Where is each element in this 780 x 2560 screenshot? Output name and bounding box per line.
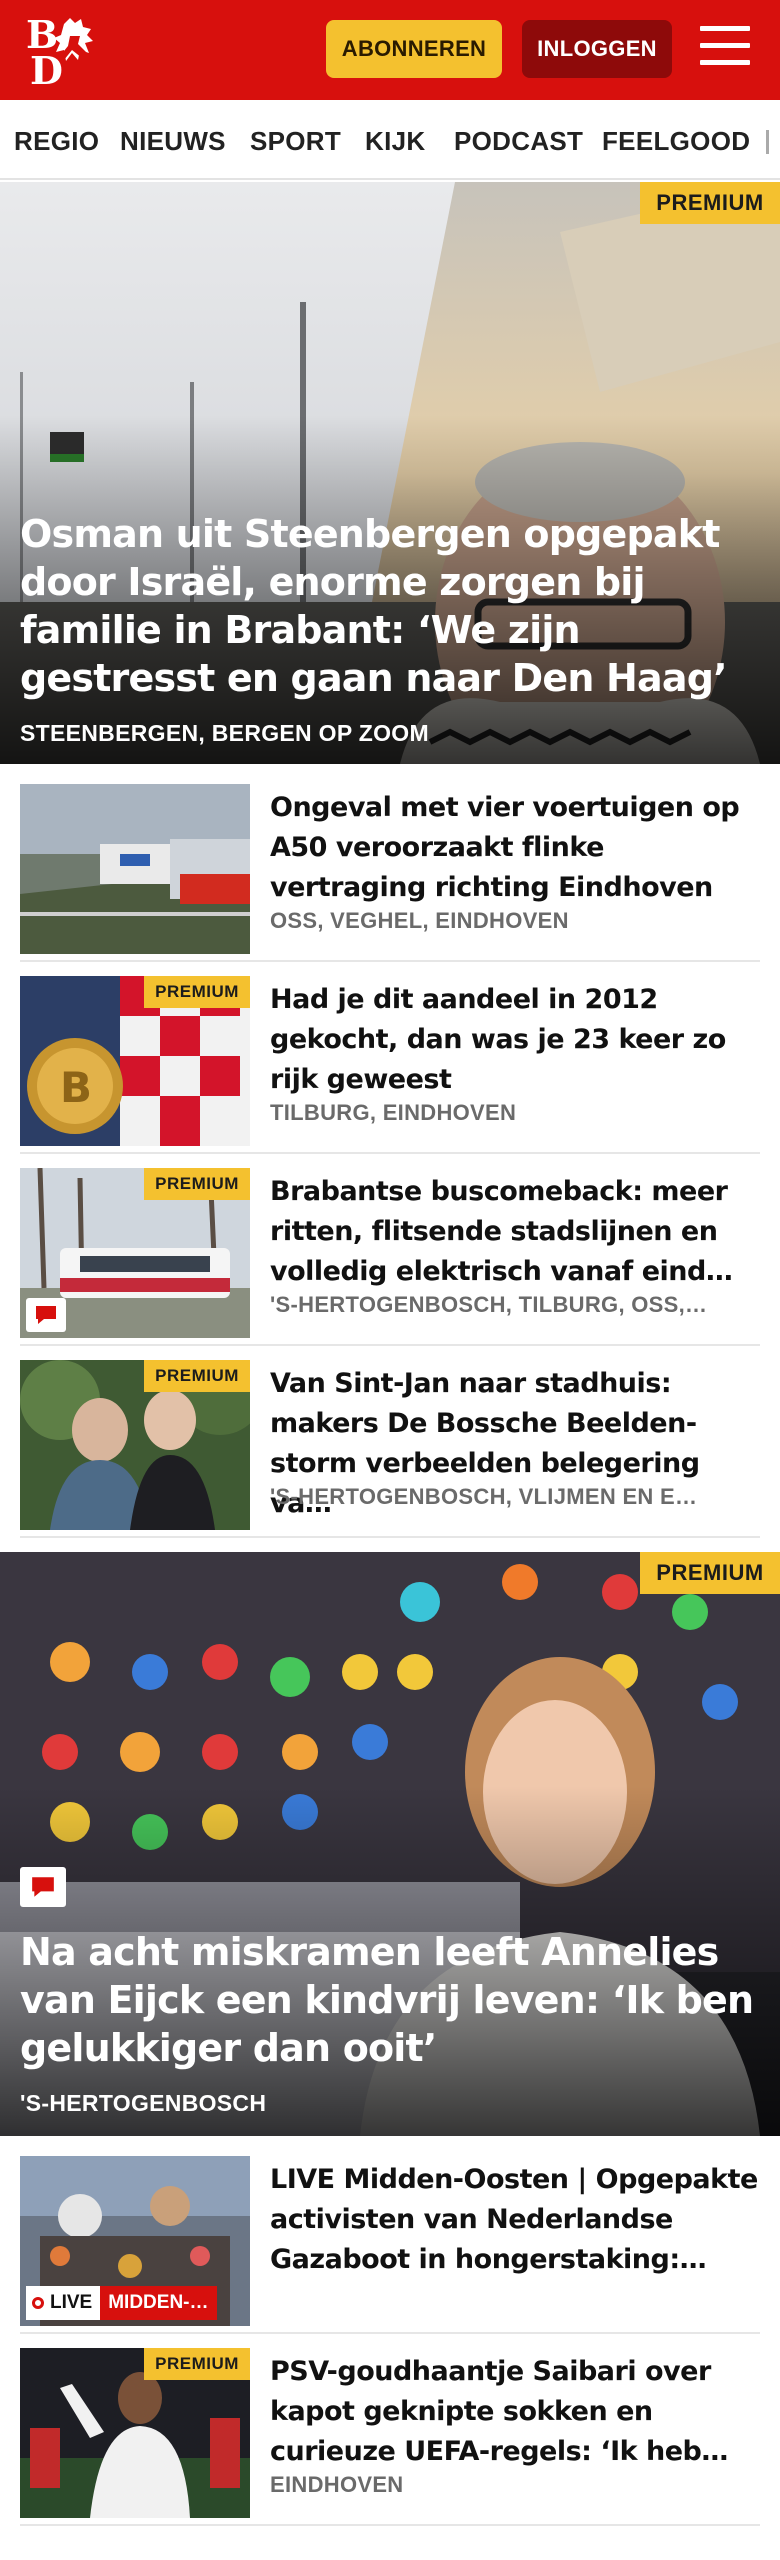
comment-icon[interactable] bbox=[20, 1867, 66, 1907]
article-thumbnail: B PREMIUM bbox=[20, 976, 250, 1146]
list-item[interactable]: LIVE MIDDEN-… LIVE Midden-Oosten | Opgep… bbox=[20, 2156, 760, 2334]
nav-item-sport[interactable]: SPORT bbox=[250, 126, 341, 157]
nav-item-kijk[interactable]: KIJK bbox=[365, 126, 425, 157]
nav-item-podcast[interactable]: PODCAST bbox=[454, 126, 583, 157]
article-thumbnail bbox=[20, 784, 250, 954]
article-location: OSS, VEGHEL, EINDHOVEN bbox=[270, 908, 569, 933]
article-thumbnail: PREMIUM bbox=[20, 1168, 250, 1338]
hero-headline[interactable]: Na acht miskramen leeft Annelies van Eij… bbox=[20, 1928, 760, 2072]
site-header: B D ABONNEREN INLOGGEN bbox=[0, 0, 780, 100]
list-item[interactable]: PREMIUM Brabantse buscomeback: meer ritt… bbox=[20, 1168, 760, 1346]
live-category: MIDDEN-… bbox=[100, 2286, 217, 2320]
list-item[interactable]: PREMIUM Van Sint-Jan naar stadhuis: make… bbox=[20, 1360, 760, 1538]
premium-badge: PREMIUM bbox=[640, 1552, 780, 1594]
nav-item-nieuws[interactable]: NIEUWS bbox=[120, 126, 226, 157]
article-headline[interactable]: Brabantse buscomeback: meer ritten, flit… bbox=[270, 1172, 760, 1292]
article-headline[interactable]: Ongeval met vier voertuigen op A50 veroo… bbox=[270, 788, 760, 908]
article-location: TILBURG, EINDHOVEN bbox=[270, 1100, 517, 1125]
live-badge: LIVE MIDDEN-… bbox=[26, 2286, 217, 2320]
premium-badge: PREMIUM bbox=[144, 1360, 250, 1392]
article-headline[interactable]: LIVE Midden-Oosten | Opgepakte activiste… bbox=[270, 2160, 760, 2280]
hero-location: STEENBERGEN, BERGEN OP ZOOM bbox=[20, 720, 429, 746]
article-thumbnail: PREMIUM bbox=[20, 1360, 250, 1530]
article-thumbnail: LIVE MIDDEN-… bbox=[20, 2156, 250, 2326]
bd-logo[interactable]: B D bbox=[26, 12, 116, 93]
hero-location: 'S-HERTOGENBOSCH bbox=[20, 2090, 267, 2116]
hero-article-osman[interactable]: PREMIUM Osman uit Steenbergen opgepakt d… bbox=[0, 182, 780, 764]
article-location: 'S-HERTOGENBOSCH, TILBURG, OSS,… bbox=[270, 1292, 708, 1317]
hero-headline[interactable]: Osman uit Steenbergen opgepakt door Isra… bbox=[20, 510, 760, 702]
live-dot-icon bbox=[32, 2297, 44, 2309]
hero-article-annelies[interactable]: PREMIUM Na acht miskramen leeft Annelies… bbox=[0, 1552, 780, 2136]
subscribe-button[interactable]: ABONNEREN bbox=[326, 20, 502, 78]
nav-overflow-hint bbox=[766, 130, 769, 154]
svg-text:B: B bbox=[60, 1063, 92, 1112]
nav-item-regio[interactable]: REGIO bbox=[14, 126, 99, 157]
hamburger-menu-icon[interactable] bbox=[700, 26, 750, 70]
article-headline[interactable]: Had je dit aandeel in 2012 gekocht, dan … bbox=[270, 980, 760, 1100]
premium-badge: PREMIUM bbox=[144, 1168, 250, 1200]
comment-icon[interactable] bbox=[26, 1298, 66, 1332]
article-headline[interactable]: PSV-goudhaantje Saibari over kapot gekni… bbox=[270, 2352, 760, 2472]
svg-text:D: D bbox=[30, 48, 63, 86]
nav-item-feelgood[interactable]: FEELGOOD bbox=[602, 126, 750, 157]
section-nav: REGIO NIEUWS SPORT KIJK PODCAST FEELGOOD bbox=[0, 100, 780, 180]
article-thumbnail: PREMIUM bbox=[20, 2348, 250, 2518]
list-item[interactable]: PREMIUM PSV-goudhaantje Saibari over kap… bbox=[20, 2348, 760, 2526]
premium-badge: PREMIUM bbox=[144, 976, 250, 1008]
premium-badge: PREMIUM bbox=[144, 2348, 250, 2380]
live-indicator: LIVE bbox=[26, 2286, 101, 2320]
live-label: LIVE bbox=[50, 2292, 93, 2313]
article-location: EINDHOVEN bbox=[270, 2472, 404, 2497]
article-location: 'S-HERTOGENBOSCH, VLIJMEN EN E… bbox=[270, 1484, 698, 1509]
list-item[interactable]: B PREMIUM Had je dit aandeel in 2012 gek… bbox=[20, 976, 760, 1154]
list-item[interactable]: Ongeval met vier voertuigen op A50 veroo… bbox=[20, 784, 760, 962]
premium-badge: PREMIUM bbox=[640, 182, 780, 224]
login-button[interactable]: INLOGGEN bbox=[522, 20, 672, 78]
